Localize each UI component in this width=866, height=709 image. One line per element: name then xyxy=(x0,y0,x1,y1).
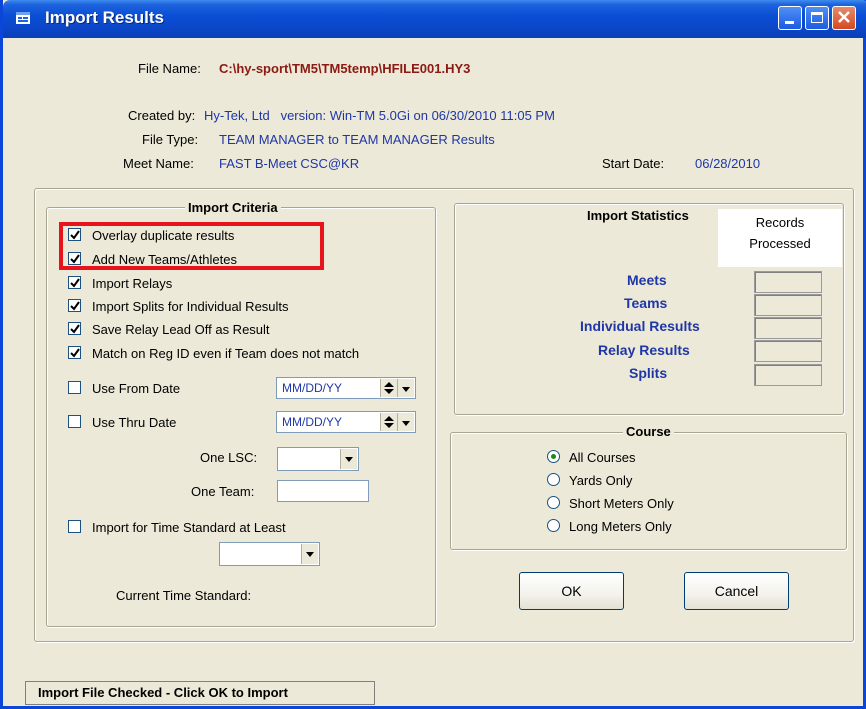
stat-splits-value xyxy=(754,364,822,386)
start-date-label: Start Date: xyxy=(602,156,665,171)
radio-long-meters-circle[interactable] xyxy=(547,519,560,532)
stat-relay-label: Relay Results xyxy=(598,342,690,358)
window-title: Import Results xyxy=(45,8,165,27)
one-team-input[interactable] xyxy=(277,480,369,502)
cancel-button[interactable]: Cancel xyxy=(684,572,789,610)
time-standard-label: Import for Time Standard at Least xyxy=(92,520,286,535)
file-type-value: TEAM MANAGER to TEAM MANAGER Results xyxy=(219,132,495,147)
course-legend: Course xyxy=(623,424,674,439)
meet-name-label: Meet Name: xyxy=(123,156,194,171)
stat-meets-value xyxy=(754,271,822,293)
stat-meets-label: Meets xyxy=(627,272,667,288)
from-date-picker[interactable]: MM/DD/YY xyxy=(276,377,416,399)
from-date-value: MM/DD/YY xyxy=(282,381,342,395)
checkbox-import-relays-box[interactable] xyxy=(68,276,81,289)
checkbox-save-relay-leadoff-box[interactable] xyxy=(68,322,81,335)
created-by-value: Hy-Tek, Ltd version: Win-TM 5.0Gi on 06/… xyxy=(204,108,555,123)
checkbox-import-splits-box[interactable] xyxy=(68,299,81,312)
maximize-button[interactable] xyxy=(805,6,829,30)
app-icon xyxy=(15,10,31,26)
radio-yards-only-circle[interactable] xyxy=(547,473,560,486)
meet-name-value: FAST B-Meet CSC@KR xyxy=(219,156,360,171)
records-processed-header: Records Processed xyxy=(718,209,842,267)
stat-splits-label: Splits xyxy=(629,365,668,381)
radio-all-courses-circle[interactable] xyxy=(547,450,560,463)
checkbox-use-thru-date[interactable] xyxy=(68,415,81,428)
checkbox-time-standard[interactable] xyxy=(68,520,81,533)
chevron-down-icon[interactable] xyxy=(340,449,357,469)
start-date-value: 06/28/2010 xyxy=(695,156,761,171)
chevron-down-icon[interactable] xyxy=(301,544,318,564)
radio-long-meters-label: Long Meters Only xyxy=(569,519,672,534)
stat-relay-value xyxy=(754,340,822,362)
thru-date-picker[interactable]: MM/DD/YY xyxy=(276,411,416,433)
close-icon xyxy=(837,10,851,27)
close-button[interactable] xyxy=(832,6,856,30)
stat-teams-value xyxy=(754,294,822,316)
file-type-label: File Type: xyxy=(142,132,199,147)
one-lsc-select[interactable] xyxy=(277,447,359,471)
minimize-button[interactable] xyxy=(778,6,802,30)
maximize-icon xyxy=(811,12,823,23)
file-name-label: File Name: xyxy=(138,61,201,76)
checkbox-save-relay-leadoff-label: Save Relay Lead Off as Result xyxy=(92,322,270,337)
from-date-spin-icon[interactable] xyxy=(380,379,397,397)
chevron-down-icon[interactable] xyxy=(397,413,414,431)
time-standard-select[interactable] xyxy=(219,542,320,566)
one-lsc-label: One LSC: xyxy=(200,450,258,465)
stat-individual-label: Individual Results xyxy=(580,318,700,334)
checkbox-match-reg-id-box[interactable] xyxy=(68,346,81,359)
title-bar[interactable]: Import Results xyxy=(3,0,866,38)
chevron-down-icon[interactable] xyxy=(397,379,414,397)
import-criteria-legend: Import Criteria xyxy=(185,200,281,215)
checkbox-use-from-date[interactable] xyxy=(68,381,81,394)
status-bar: Import File Checked - Click OK to Import xyxy=(25,681,375,705)
stat-teams-label: Teams xyxy=(624,295,668,311)
stat-individual-value xyxy=(754,317,822,339)
radio-short-meters-circle[interactable] xyxy=(547,496,560,509)
thru-date-spin-icon[interactable] xyxy=(380,413,397,431)
import-statistics-legend: Import Statistics xyxy=(584,208,692,223)
created-by-label: Created by: xyxy=(128,108,196,123)
radio-all-courses-label: All Courses xyxy=(569,450,636,465)
use-from-date-label: Use From Date xyxy=(92,381,181,396)
ok-button[interactable]: OK xyxy=(519,572,624,610)
checkbox-import-relays-label: Import Relays xyxy=(92,276,173,291)
file-name-value: C:\hy-sport\TM5\TM5temp\HFILE001.HY3 xyxy=(219,61,471,76)
radio-short-meters-label: Short Meters Only xyxy=(569,496,674,511)
minimize-icon xyxy=(785,21,794,24)
one-team-label: One Team: xyxy=(191,484,255,499)
current-time-standard-label: Current Time Standard: xyxy=(116,588,252,603)
radio-yards-only-label: Yards Only xyxy=(569,473,633,488)
highlight-box xyxy=(59,222,324,270)
checkbox-import-splits-label: Import Splits for Individual Results xyxy=(92,299,289,314)
import-results-window: Import Results File Name: C:\hy-sport\TM… xyxy=(0,0,866,709)
use-thru-date-label: Use Thru Date xyxy=(92,415,177,430)
thru-date-value: MM/DD/YY xyxy=(282,415,342,429)
checkbox-match-reg-id-label: Match on Reg ID even if Team does not ma… xyxy=(92,346,360,361)
